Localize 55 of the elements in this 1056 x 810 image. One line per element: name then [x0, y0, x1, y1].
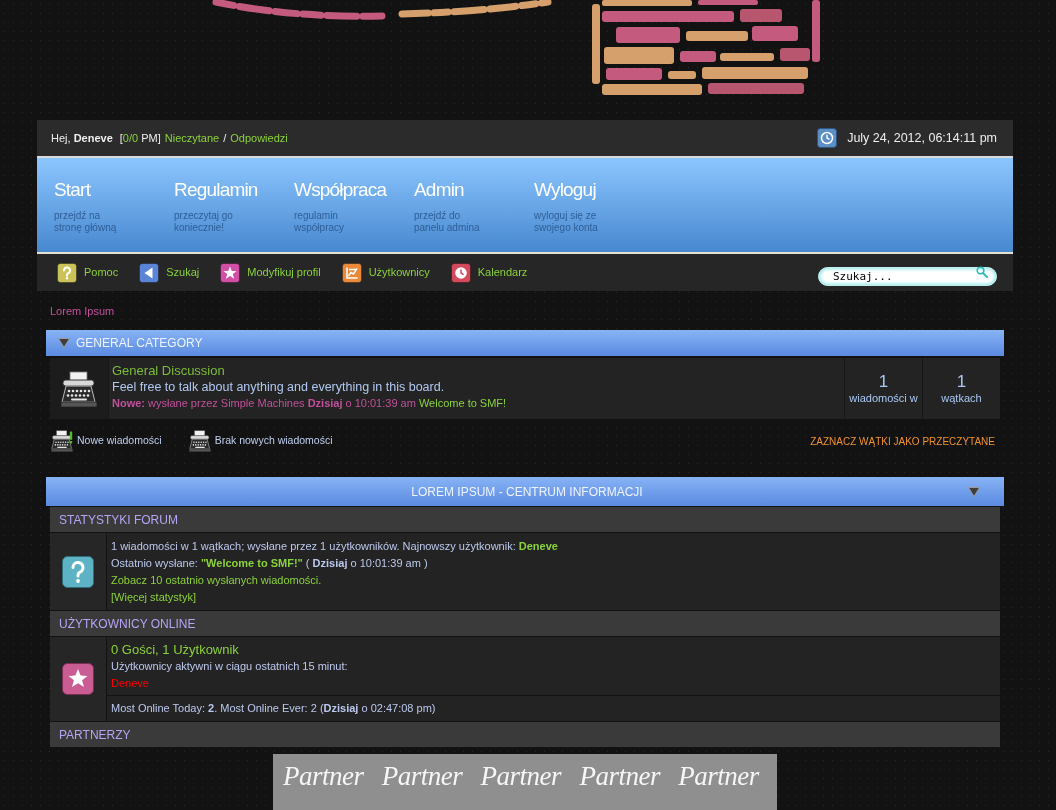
- chart-icon: [341, 262, 362, 283]
- section-header: PARTNERZY: [50, 722, 1000, 747]
- breadcrumb-link[interactable]: Lorem Ipsum: [46, 304, 115, 318]
- online-caption: Użytkownicy aktywni w ciągu ostatnich 15 minut:: [111, 659, 349, 674]
- stats-link[interactable]: Zobacz 10 ostatnio wysłanych wiadomości.: [111, 572, 322, 589]
- online-record-text: Most Online Today: 2. Most Online Ever: 2 (Dzisiaj o 02:47:08 pm): [111, 701, 436, 717]
- search-field[interactable]: Szukaj...: [818, 267, 997, 286]
- search-icon[interactable]: [976, 266, 988, 278]
- partner-text: Partner: [480, 760, 563, 792]
- typewriter-icon: [187, 429, 212, 453]
- partner-text: Partner: [579, 760, 662, 792]
- collapse-icon[interactable]: [968, 486, 980, 497]
- board-description: Feel free to talk about anything and everything in this board.: [112, 379, 446, 396]
- partner-text: Partner: [283, 760, 365, 792]
- quick-link[interactable]: Modyfikuj profil: [220, 262, 321, 283]
- partner-text: Partner: [678, 760, 761, 792]
- section-header: STATYSTYKI FORUM: [50, 507, 1000, 532]
- legend-label: Brak nowych wiadomości: [214, 433, 333, 449]
- category-title: GENERAL CATEGORY: [76, 335, 203, 352]
- stats-inline-link[interactable]: Deneve: [518, 540, 558, 552]
- mark-read-link[interactable]: ZAZNACZ WĄTKI JAKO PRZECZYTANE: [810, 433, 995, 449]
- stats-line: 1 wiadomości w 1 wątkach; wysłane przez 1 użytkowników. Najnowszy użytkownik: Deneve: [111, 539, 558, 554]
- online-summary-link[interactable]: 0 Gości, 1 Użytkownik: [111, 641, 239, 658]
- quick-link[interactable]: Użytkownicy: [341, 262, 430, 283]
- stat-label: wiadomości w: [849, 391, 918, 405]
- quick-link[interactable]: Pomoc: [57, 262, 119, 283]
- question-mark-icon: [62, 555, 94, 588]
- partner-text: Partner: [381, 760, 464, 792]
- unread-link[interactable]: Nieczytane: [164, 129, 220, 147]
- stats-line: Ostatnio wysłane: "Welcome to SMF!" ( Dzisiaj o 10:01:39 am ): [111, 556, 428, 571]
- last-post-text: Nowe: wysłane przez Simple Machines Dzisiaj o 10:01:39 am Welcome to SMF!: [112, 396, 508, 411]
- replies-link[interactable]: Odpowiedzi: [230, 129, 288, 147]
- typewriter-icon: [59, 368, 99, 409]
- info-center-title: LOREM IPSUM - CENTRUM INFORMACJI: [411, 483, 643, 501]
- stats-link[interactable]: [Więcej statystyk]: [111, 589, 196, 606]
- slash-separator: /: [223, 130, 227, 146]
- question-mark-icon: [57, 262, 77, 283]
- stats-inline-link[interactable]: "Welcome to SMF!": [200, 557, 303, 569]
- quick-link[interactable]: Szukaj: [139, 262, 200, 283]
- stat-value: 1: [956, 372, 967, 391]
- board-title-link[interactable]: General Discussion: [112, 363, 225, 379]
- section-header: UŻYTKOWNICY ONLINE: [50, 611, 1000, 636]
- stat-value: 1: [878, 372, 889, 391]
- date-time-text: July 24, 2012, 06:14:11 pm: [847, 129, 997, 147]
- quick-link[interactable]: Kalendarz: [450, 262, 528, 283]
- stat-label: wątkach: [941, 391, 982, 405]
- online-user-link[interactable]: Deneve: [111, 675, 149, 692]
- collapse-icon[interactable]: [58, 338, 70, 348]
- legend-label: Nowe wiadomości: [77, 433, 162, 449]
- typewriter-exclamation-icon: [50, 429, 74, 453]
- topic-link[interactable]: Welcome to SMF!: [418, 397, 507, 409]
- pm-counter[interactable]: [0/0 PM]: [119, 129, 161, 147]
- greeting-text: Hej, Deneve: [51, 130, 113, 146]
- clock-icon: [450, 262, 471, 283]
- clock-icon: [817, 128, 838, 148]
